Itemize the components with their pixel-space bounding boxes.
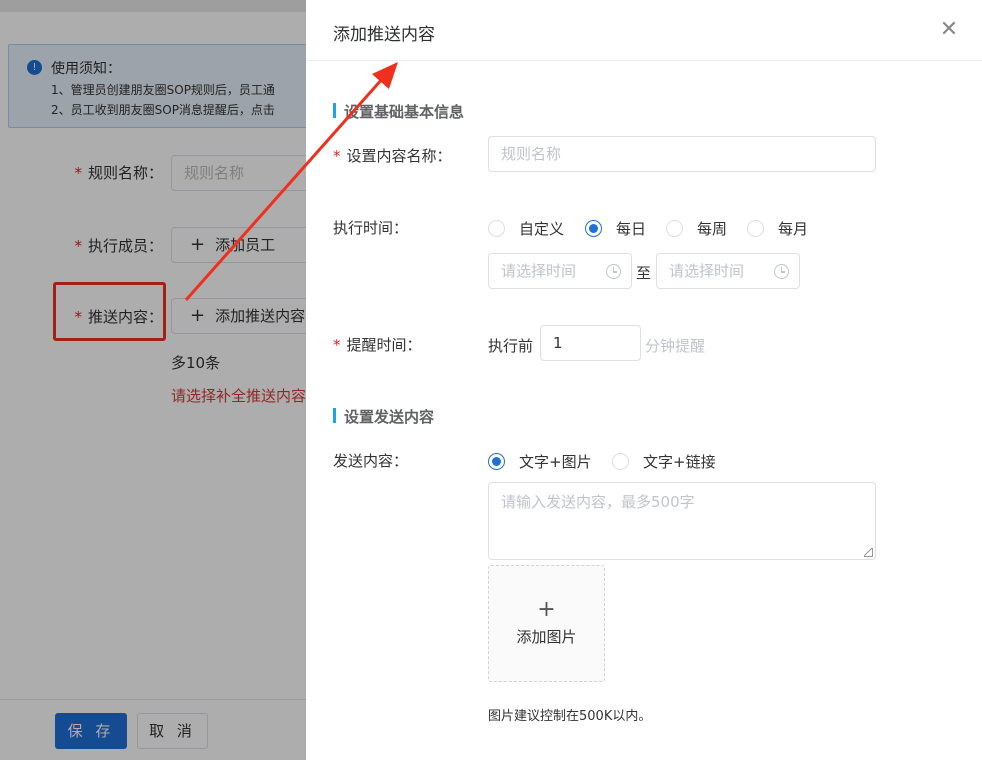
range-separator: 至 [636,264,652,282]
resize-handle-icon[interactable] [864,548,873,557]
exec-time-label: 执行时间： [333,219,409,237]
send-type-text-link[interactable]: 文字+链接 [612,451,716,472]
section-basic-title: 设置基础基本信息 [333,101,464,122]
close-icon[interactable]: ✕ [937,18,961,42]
add-image-label: 添加图片 [516,628,577,646]
send-content-placeholder: 请输入发送内容，最多500字 [501,493,695,511]
drawer-header: 添加推送内容 ✕ [306,0,982,61]
remind-time-label: * 提醒时间： [333,336,422,354]
send-content-label: 发送内容： [333,452,409,470]
clock-icon [606,264,621,279]
remind-suffix: 分钟提醒 [645,337,706,355]
exec-time-option-custom[interactable]: 自定义 [488,218,564,239]
exec-time-option-weekly[interactable]: 每周 [666,218,727,239]
radio-unchecked-icon [488,220,505,237]
plus-icon: + [537,597,556,622]
exec-time-option-daily[interactable]: 每日 [585,218,646,239]
content-name-input[interactable]: 规则名称 [488,136,876,172]
radio-checked-icon [585,220,602,237]
add-push-content-drawer: 添加推送内容 ✕ 设置基础基本信息 * 设置内容名称： 规则名称 执行时间： 自定… [306,0,982,760]
remind-prefix: 执行前 [488,337,534,355]
image-size-tip: 图片建议控制在500K以内。 [488,709,652,724]
end-time-placeholder: 请选择时间 [669,262,745,280]
send-type-text-image[interactable]: 文字+图片 [488,451,592,472]
radio-unchecked-icon [612,453,629,470]
radio-unchecked-icon [747,220,764,237]
clock-icon [774,264,789,279]
start-time-placeholder: 请选择时间 [501,262,577,280]
start-time-picker[interactable]: 请选择时间 [488,253,632,289]
radio-unchecked-icon [666,220,683,237]
content-name-label: * 设置内容名称： [333,147,452,165]
radio-checked-icon [488,453,505,470]
drawer-title: 添加推送内容 [333,25,435,45]
end-time-picker[interactable]: 请选择时间 [656,253,800,289]
add-image-uploader[interactable]: + 添加图片 [488,565,605,682]
section-send-title: 设置发送内容 [333,406,434,427]
send-content-textarea[interactable]: 请输入发送内容，最多500字 [488,482,876,560]
remind-minutes-input[interactable]: 1 [540,325,641,361]
exec-time-option-monthly[interactable]: 每月 [747,218,808,239]
